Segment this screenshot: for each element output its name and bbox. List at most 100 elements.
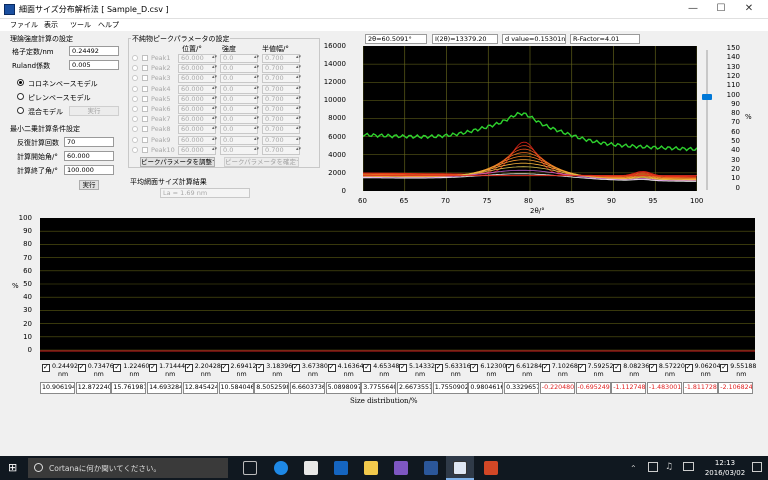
- menu-file[interactable]: ファイル: [10, 20, 38, 30]
- size-checkbox[interactable]: ✓: [506, 363, 515, 372]
- peak-radio[interactable]: [132, 85, 138, 92]
- spinner-icon[interactable]: ▴▾: [296, 95, 301, 101]
- peak-fwhm-input[interactable]: 0.700: [262, 64, 300, 74]
- spinner-icon[interactable]: ▴▾: [212, 146, 217, 152]
- peak-checkbox[interactable]: [142, 136, 148, 143]
- word-icon[interactable]: [424, 461, 438, 475]
- peak-intensity-input[interactable]: 0.0: [220, 84, 258, 94]
- spinner-icon[interactable]: ▴▾: [254, 95, 259, 101]
- peak-radio[interactable]: [132, 95, 138, 102]
- notifications-icon[interactable]: [752, 462, 762, 472]
- size-checkbox[interactable]: ✓: [113, 363, 122, 372]
- spinner-icon[interactable]: ▴▾: [212, 95, 217, 101]
- network-icon[interactable]: [648, 462, 658, 472]
- peak-checkbox[interactable]: [142, 55, 148, 61]
- close-icon[interactable]: ✕: [743, 3, 755, 15]
- peak-fwhm-input[interactable]: 0.700: [262, 135, 300, 145]
- peak-fwhm-input[interactable]: 0.700: [262, 84, 300, 94]
- size-checkbox[interactable]: ✓: [470, 363, 479, 372]
- menu-help[interactable]: ヘルプ: [98, 20, 119, 30]
- menu-tools[interactable]: ツール: [70, 20, 91, 30]
- peak-checkbox[interactable]: [142, 85, 148, 92]
- spinner-icon[interactable]: ▴▾: [212, 125, 217, 131]
- spinner-icon[interactable]: ▴▾: [296, 54, 301, 60]
- size-checkbox[interactable]: ✓: [648, 363, 657, 372]
- size-checkbox[interactable]: ✓: [613, 363, 622, 372]
- ruland-input[interactable]: 0.005: [69, 60, 119, 70]
- clock-time[interactable]: 12:13: [705, 459, 745, 467]
- powerpoint-icon[interactable]: [484, 461, 498, 475]
- peak-radio[interactable]: [132, 55, 138, 61]
- spinner-icon[interactable]: ▴▾: [254, 105, 259, 111]
- peak-position-input[interactable]: 60.000: [178, 125, 216, 135]
- explorer-icon[interactable]: [364, 461, 378, 475]
- model-radio-pyrene[interactable]: [17, 93, 24, 100]
- size-checkbox[interactable]: ✓: [256, 363, 265, 372]
- confirm-peaks-button[interactable]: ピークパラメータを確定する: [224, 157, 299, 167]
- peak-radio[interactable]: [132, 136, 138, 143]
- peak-position-input[interactable]: 60.000: [178, 105, 216, 114]
- peak-fwhm-input[interactable]: 0.700: [262, 125, 300, 135]
- ime-icon[interactable]: [683, 462, 694, 471]
- peak-position-input[interactable]: 60.000: [178, 54, 216, 63]
- peak-intensity-input[interactable]: 0.0: [220, 74, 258, 84]
- spinner-icon[interactable]: ▴▾: [254, 146, 259, 152]
- tray-chevron-icon[interactable]: ⌃: [630, 464, 637, 473]
- peak-intensity-input[interactable]: 0.0: [220, 145, 258, 155]
- spinner-icon[interactable]: ▴▾: [254, 54, 259, 60]
- spinner-icon[interactable]: ▴▾: [212, 105, 217, 111]
- peak-position-input[interactable]: 60.000: [178, 94, 216, 104]
- spinner-icon[interactable]: ▴▾: [212, 136, 217, 142]
- start-angle-input[interactable]: 60.000: [64, 151, 114, 161]
- lattice-input[interactable]: 0.24492: [69, 46, 119, 56]
- peak-position-input[interactable]: 60.000: [178, 135, 216, 145]
- active-app-slot[interactable]: [446, 456, 474, 480]
- size-checkbox[interactable]: ✓: [684, 363, 693, 372]
- store-icon[interactable]: [304, 461, 318, 475]
- spinner-icon[interactable]: ▴▾: [296, 125, 301, 131]
- peak-intensity-input[interactable]: 0.0: [220, 94, 258, 104]
- size-checkbox[interactable]: ✓: [577, 363, 586, 372]
- volume-icon[interactable]: ♫: [665, 462, 673, 472]
- peak-radio[interactable]: [132, 146, 138, 153]
- peak-fwhm-input[interactable]: 0.700: [262, 74, 300, 84]
- windows-start-icon[interactable]: ⊞: [8, 462, 20, 474]
- theory-run-button[interactable]: 実行: [69, 106, 119, 116]
- spinner-icon[interactable]: ▴▾: [296, 64, 301, 70]
- peak-fwhm-input[interactable]: 0.700: [262, 115, 300, 125]
- size-checkbox[interactable]: ✓: [541, 363, 550, 372]
- spinner-icon[interactable]: ▴▾: [254, 115, 259, 121]
- peak-fwhm-input[interactable]: 0.700: [262, 105, 300, 114]
- size-checkbox[interactable]: ✓: [149, 363, 158, 372]
- model-radio-mixed[interactable]: [17, 107, 24, 114]
- peak-intensity-input[interactable]: 0.0: [220, 105, 258, 114]
- spinner-icon[interactable]: ▴▾: [254, 64, 259, 70]
- size-checkbox[interactable]: ✓: [327, 363, 336, 372]
- search-box[interactable]: Cortanaに何か聞いてください。: [28, 458, 228, 478]
- slider-thumb[interactable]: [702, 93, 712, 100]
- spinner-icon[interactable]: ▴▾: [296, 74, 301, 80]
- adjust-peaks-button[interactable]: ピークパラメータを調整する: [140, 157, 215, 167]
- task-view-icon[interactable]: [243, 461, 257, 475]
- spinner-icon[interactable]: ▴▾: [296, 146, 301, 152]
- minimize-icon[interactable]: —: [687, 3, 699, 15]
- size-checkbox[interactable]: ✓: [363, 363, 372, 372]
- spinner-icon[interactable]: ▴▾: [296, 136, 301, 142]
- xrd-chart[interactable]: [363, 46, 697, 191]
- edge-icon[interactable]: [274, 461, 288, 475]
- spinner-icon[interactable]: ▴▾: [212, 85, 217, 91]
- peak-intensity-input[interactable]: 0.0: [220, 115, 258, 125]
- size-checkbox[interactable]: ✓: [291, 363, 300, 372]
- spinner-icon[interactable]: ▴▾: [296, 85, 301, 91]
- peak-position-input[interactable]: 60.000: [178, 74, 216, 84]
- peak-checkbox[interactable]: [142, 146, 148, 153]
- peak-position-input[interactable]: 60.000: [178, 115, 216, 125]
- peak-checkbox[interactable]: [142, 75, 148, 82]
- spinner-icon[interactable]: ▴▾: [296, 115, 301, 121]
- spinner-icon[interactable]: ▴▾: [212, 74, 217, 80]
- peak-fwhm-input[interactable]: 0.700: [262, 94, 300, 104]
- model-radio-coronene[interactable]: [17, 79, 24, 86]
- peak-checkbox[interactable]: [142, 106, 148, 112]
- peak-position-input[interactable]: 60.000: [178, 84, 216, 94]
- size-checkbox[interactable]: ✓: [720, 363, 729, 372]
